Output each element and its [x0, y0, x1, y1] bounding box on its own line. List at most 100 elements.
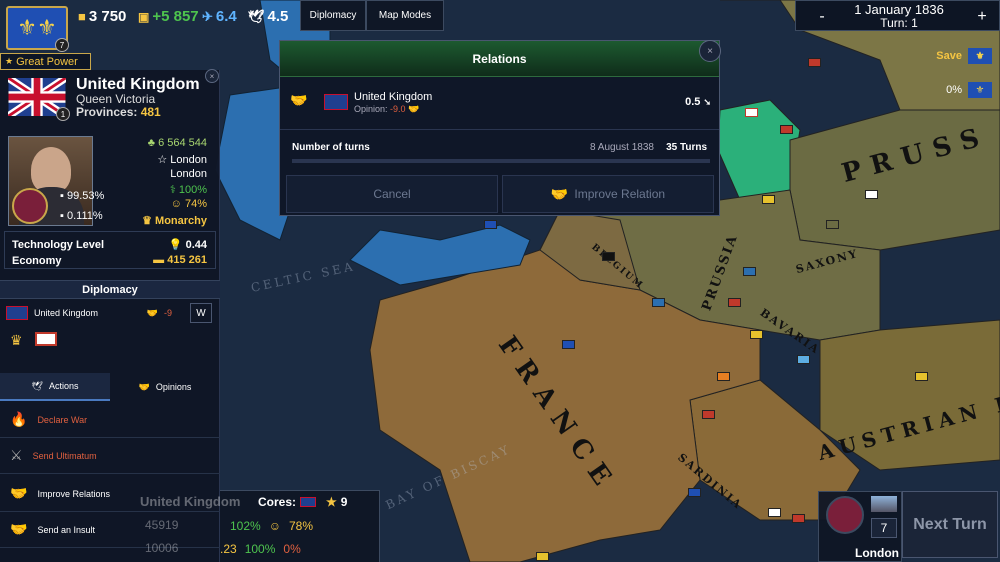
pct4-value: 0% [283, 542, 301, 556]
handshake-icon: 🤝 [290, 92, 308, 108]
plane-icon: ✈ [202, 8, 213, 24]
relation-row: 🤝 United Kingdom Opinion: -9.0 🤝 0.5 ➘ [280, 78, 719, 130]
pct3-value: 100% [244, 542, 276, 556]
economy: ▬ 415 261 [153, 254, 207, 266]
prestige-value: 4.5 [267, 8, 289, 25]
save-flag-icon: ⚜ [968, 48, 992, 64]
gold-resource[interactable]: ■ 3 750 [78, 8, 126, 25]
save-control[interactable]: Save ⚜ [936, 48, 992, 64]
government-value: Monarchy [155, 215, 207, 227]
happiness-value: 74% [184, 198, 207, 210]
party-circle-icon[interactable] [12, 188, 48, 224]
map-flag[interactable] [536, 552, 549, 561]
turns-slider[interactable] [292, 159, 710, 163]
row-3: .23 100% 0% [220, 542, 301, 556]
pct1-value: 102% [230, 519, 261, 533]
map-flag[interactable] [562, 340, 575, 349]
province-country-row: United Kingdom [140, 494, 240, 509]
map-flag[interactable] [762, 195, 775, 204]
country-panel: 1 × United Kingdom Queen Victoria Provin… [0, 69, 220, 562]
map-flag[interactable] [780, 125, 793, 134]
tab-opinions[interactable]: 🤝 Opinions [110, 373, 220, 401]
action-label: Improve Relations [37, 488, 110, 499]
next-turn-button[interactable]: Next Turn [902, 491, 998, 558]
map-flag[interactable] [768, 508, 781, 517]
right-value: 0.5 [685, 96, 701, 108]
province-info-panel: United Kingdom Cores: ★ 9 102% ☺ 78% .23… [140, 490, 380, 562]
map-flag[interactable] [750, 330, 763, 339]
panel-close-icon[interactable]: × [205, 69, 219, 83]
dove-tab-icon: 🕊 [31, 380, 43, 391]
prestige-resource[interactable]: 🕊 4.5 [248, 8, 288, 25]
relations-dialog: Relations × 🤝 United Kingdom Opinion: -9… [279, 40, 721, 216]
map-flag[interactable] [915, 372, 928, 381]
alliance-icon[interactable]: W [190, 303, 212, 323]
turns-label: Number of turns [292, 142, 370, 153]
speed-up-button[interactable]: + [964, 1, 1000, 32]
handshake-icon: 🤝 [550, 185, 569, 202]
map-flag[interactable] [865, 190, 878, 199]
insult-icon: 🤝 [10, 521, 28, 537]
relation-value: -9 [163, 308, 172, 318]
map-flag[interactable] [717, 372, 730, 381]
red-flag-icon[interactable] [34, 332, 57, 346]
fire-icon: 🔥 [10, 411, 28, 427]
map-flag[interactable] [688, 488, 701, 497]
turn-counter: Turn: 1 [880, 16, 918, 30]
ruler-name: Queen Victoria [76, 92, 156, 106]
action-send-ultimatum[interactable]: ⚔ Send Ultimatum [0, 438, 220, 474]
relation-right-value: 0.5 ➘ [685, 96, 711, 108]
map-flag[interactable] [602, 252, 615, 261]
population: ♣ 6 564 544 [147, 137, 207, 149]
action-declare-war[interactable]: 🔥 Declare War [0, 402, 220, 438]
map-flag[interactable] [792, 514, 805, 523]
map-flag[interactable] [652, 298, 665, 307]
tech-value: 0.44 [185, 239, 207, 251]
gold-value: 3 750 [88, 8, 127, 25]
hidden-num-1: 45919 [145, 518, 179, 532]
map-flag[interactable] [808, 58, 821, 67]
flag-badge: 1 [56, 107, 70, 121]
income-icon: ▣ [138, 9, 150, 24]
handshake-icon: 🤝 [408, 104, 420, 114]
map-flag[interactable] [826, 220, 839, 229]
tab-actions[interactable]: 🕊 Actions [0, 373, 110, 401]
great-power-tag: ★ Great Power [0, 53, 91, 70]
row-2: 102% ☺ 78% [230, 519, 313, 533]
income-value: +5 857 [152, 8, 199, 25]
other-pct: ▪ 0.111% [60, 210, 103, 222]
handshake-icon: 🤝 [146, 307, 158, 318]
capital-2: London [170, 168, 207, 180]
percent-control[interactable]: 0% ⚜ [946, 82, 992, 98]
map-flag[interactable] [728, 298, 741, 307]
crown-icon[interactable]: ♛ [10, 332, 23, 349]
smile-icon: ☺ [268, 519, 281, 533]
great-power-label: Great Power [16, 55, 78, 68]
city-panel[interactable]: 7 London [818, 491, 902, 562]
cores-label: Cores: [258, 495, 297, 509]
action-send-insult[interactable]: 🤝 Send an Insult [0, 512, 220, 548]
turns-date: 8 August 1838 [590, 142, 654, 153]
map-flag[interactable] [797, 355, 810, 364]
cancel-button[interactable]: Cancel [286, 175, 498, 213]
map-flag[interactable] [484, 220, 497, 229]
map-modes-tab[interactable]: Map Modes [366, 0, 444, 31]
date-panel: - 1 January 1836 Turn: 1 + [795, 0, 1000, 31]
diplomacy-tab[interactable]: Diplomacy [300, 0, 366, 31]
us-mini-flag-icon: ▪ [60, 210, 64, 222]
diplomacy-country-row[interactable]: United Kingdom 🤝 -9 W [0, 300, 220, 326]
crossed-swords-icon: ⚔ [10, 447, 23, 463]
provinces-count: Provinces: 481 [76, 105, 161, 119]
manpower-resource[interactable]: ✈ 6.4 [202, 8, 237, 25]
dove-icon: 🕊 [248, 8, 265, 24]
improve-relation-button[interactable]: 🤝 Improve Relation [502, 175, 714, 213]
map-flag[interactable] [702, 410, 715, 419]
speed-down-button[interactable]: - [804, 1, 840, 32]
coins-icon: ■ [78, 9, 86, 24]
tech-level: 💡 0.44 [168, 239, 207, 251]
map-flag[interactable] [745, 108, 758, 117]
map-flag[interactable] [743, 267, 756, 276]
close-icon[interactable]: × [699, 40, 721, 62]
income-resource[interactable]: ▣ +5 857 [138, 8, 199, 25]
stability-value: 100% [178, 184, 207, 196]
